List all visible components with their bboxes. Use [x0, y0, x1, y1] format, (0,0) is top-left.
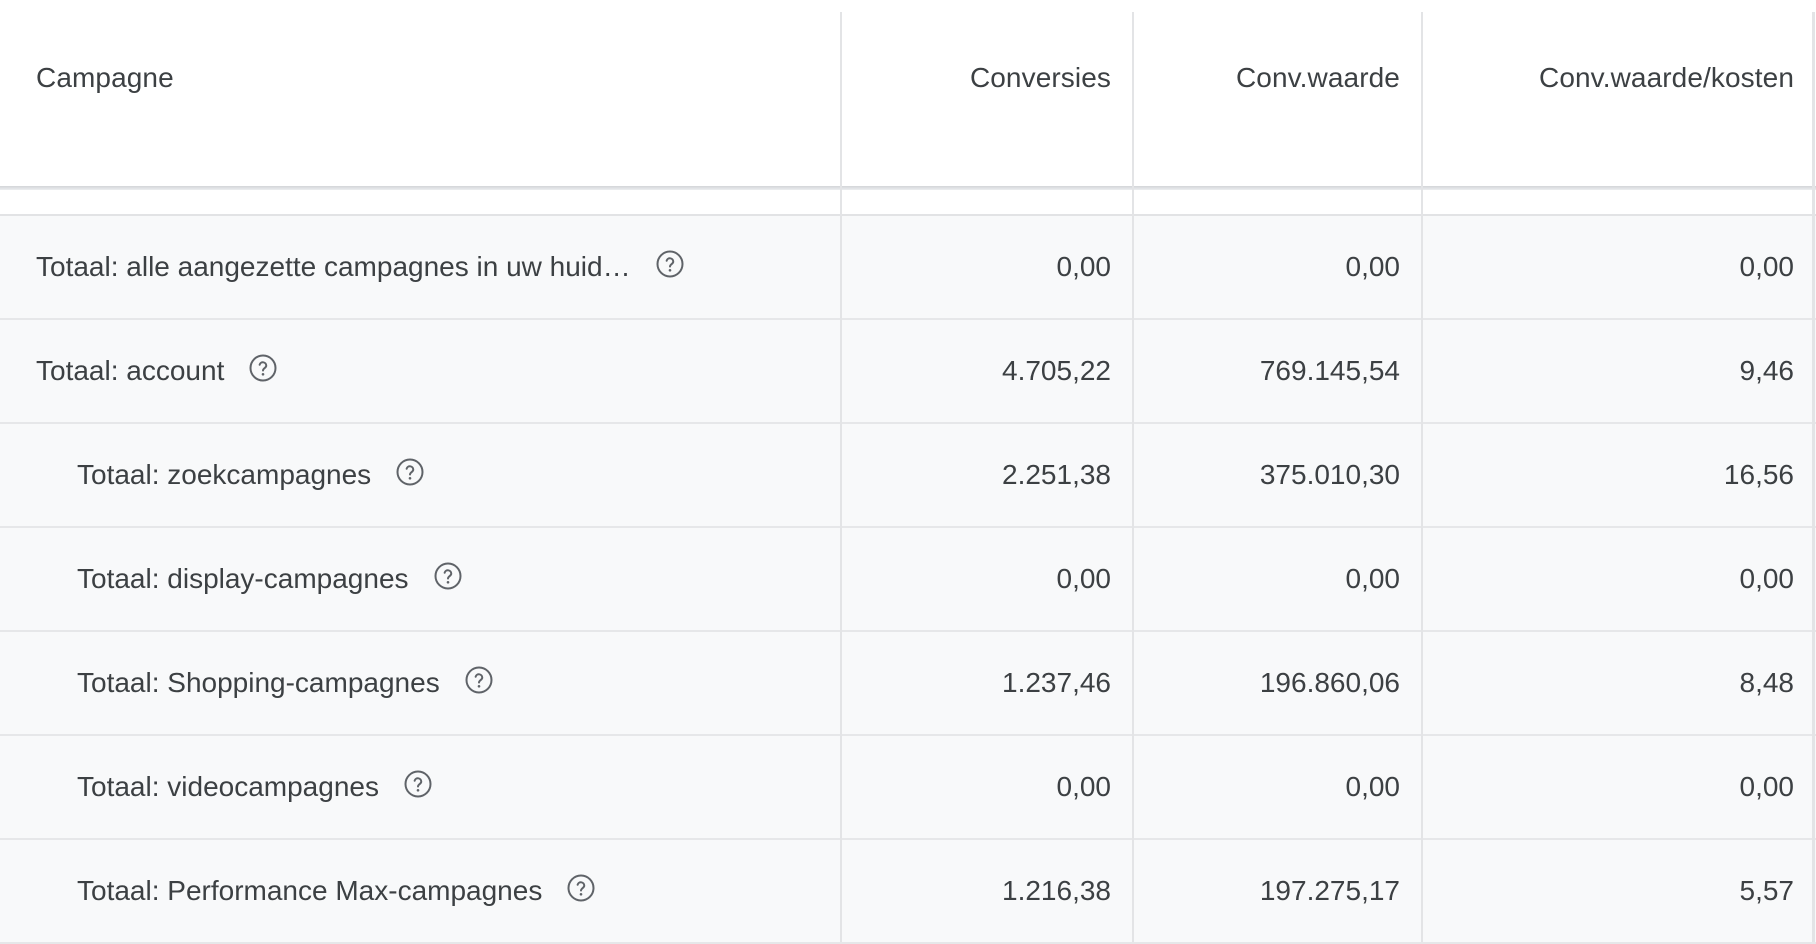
row-label: Totaal: videocampagnes — [77, 771, 379, 802]
conversions-value: 0,00 — [1056, 563, 1112, 594]
column-header-conversions[interactable]: Conversies — [970, 62, 1111, 94]
conv-value-value: 0,00 — [1345, 771, 1401, 802]
conversions-value: 0,00 — [1056, 771, 1112, 802]
conv-value-value: 769.145,54 — [1259, 355, 1400, 386]
row-label: Totaal: zoekcampagnes — [77, 459, 372, 490]
column-header-conv-value-cost[interactable]: Conv.waarde/kosten — [1539, 62, 1794, 94]
conversions-value: 1.237,46 — [1002, 667, 1111, 698]
conversions-value: 0,00 — [1056, 251, 1112, 282]
column-header-conv-value[interactable]: Conv.waarde — [1236, 62, 1400, 94]
conv-value-cost-value: 5,57 — [1739, 875, 1795, 906]
conv-value-value: 0,00 — [1345, 251, 1401, 282]
header-spacer — [0, 190, 1816, 216]
conv-value-value: 197.275,17 — [1259, 875, 1400, 906]
table-header: Campagne Conversies Conv.waarde Conv.waa… — [0, 0, 1816, 188]
conv-value-cost-value: 9,46 — [1739, 355, 1795, 386]
help-circle-icon[interactable] — [246, 351, 280, 385]
conv-value-value: 196.860,06 — [1259, 667, 1400, 698]
column-header-campaign[interactable]: Campagne — [36, 62, 174, 94]
table-row: Totaal: videocampagnes 0,00 0,00 0,00 — [0, 736, 1816, 840]
conv-value-cost-value: 8,48 — [1739, 667, 1795, 698]
table-row: Totaal: account 4.705,22 769.145,54 9,46 — [0, 320, 1816, 424]
row-label: Totaal: account — [36, 355, 225, 386]
help-circle-icon[interactable] — [653, 247, 687, 281]
table-row: Totaal: Shopping-campagnes 1.237,46 196.… — [0, 632, 1816, 736]
column-divider[interactable] — [1421, 12, 1423, 942]
column-divider[interactable] — [1132, 12, 1134, 942]
conv-value-cost-value: 16,56 — [1723, 459, 1794, 490]
conversions-value: 2.251,38 — [1002, 459, 1111, 490]
totals-rows: Totaal: alle aangezette campagnes in uw … — [0, 216, 1816, 944]
table-row: Totaal: Performance Max-campagnes 1.216,… — [0, 840, 1816, 944]
table-row: Totaal: display-campagnes 0,00 0,00 0,00 — [0, 528, 1816, 632]
conv-value-value: 375.010,30 — [1259, 459, 1400, 490]
help-circle-icon[interactable] — [462, 663, 496, 697]
table-row: Totaal: zoekcampagnes 2.251,38 375.010,3… — [0, 424, 1816, 528]
conv-value-cost-value: 0,00 — [1739, 771, 1795, 802]
table-row: Totaal: alle aangezette campagnes in uw … — [0, 216, 1816, 320]
help-circle-icon[interactable] — [401, 767, 435, 801]
conv-value-cost-value: 0,00 — [1739, 563, 1795, 594]
help-circle-icon[interactable] — [431, 559, 465, 593]
conversions-value: 1.216,38 — [1002, 875, 1111, 906]
row-label: Totaal: alle aangezette campagnes in uw … — [36, 251, 631, 282]
conv-value-value: 0,00 — [1345, 563, 1401, 594]
row-label: Totaal: Shopping-campagnes — [77, 667, 440, 698]
column-divider[interactable] — [1812, 12, 1815, 942]
row-label: Totaal: Performance Max-campagnes — [77, 875, 543, 906]
campaign-totals-table: Campagne Conversies Conv.waarde Conv.waa… — [0, 0, 1816, 944]
column-divider[interactable] — [840, 12, 842, 942]
conversions-value: 4.705,22 — [1002, 355, 1111, 386]
row-label: Totaal: display-campagnes — [77, 563, 409, 594]
help-circle-icon[interactable] — [564, 871, 598, 905]
help-circle-icon[interactable] — [393, 455, 427, 489]
conv-value-cost-value: 0,00 — [1739, 251, 1795, 282]
